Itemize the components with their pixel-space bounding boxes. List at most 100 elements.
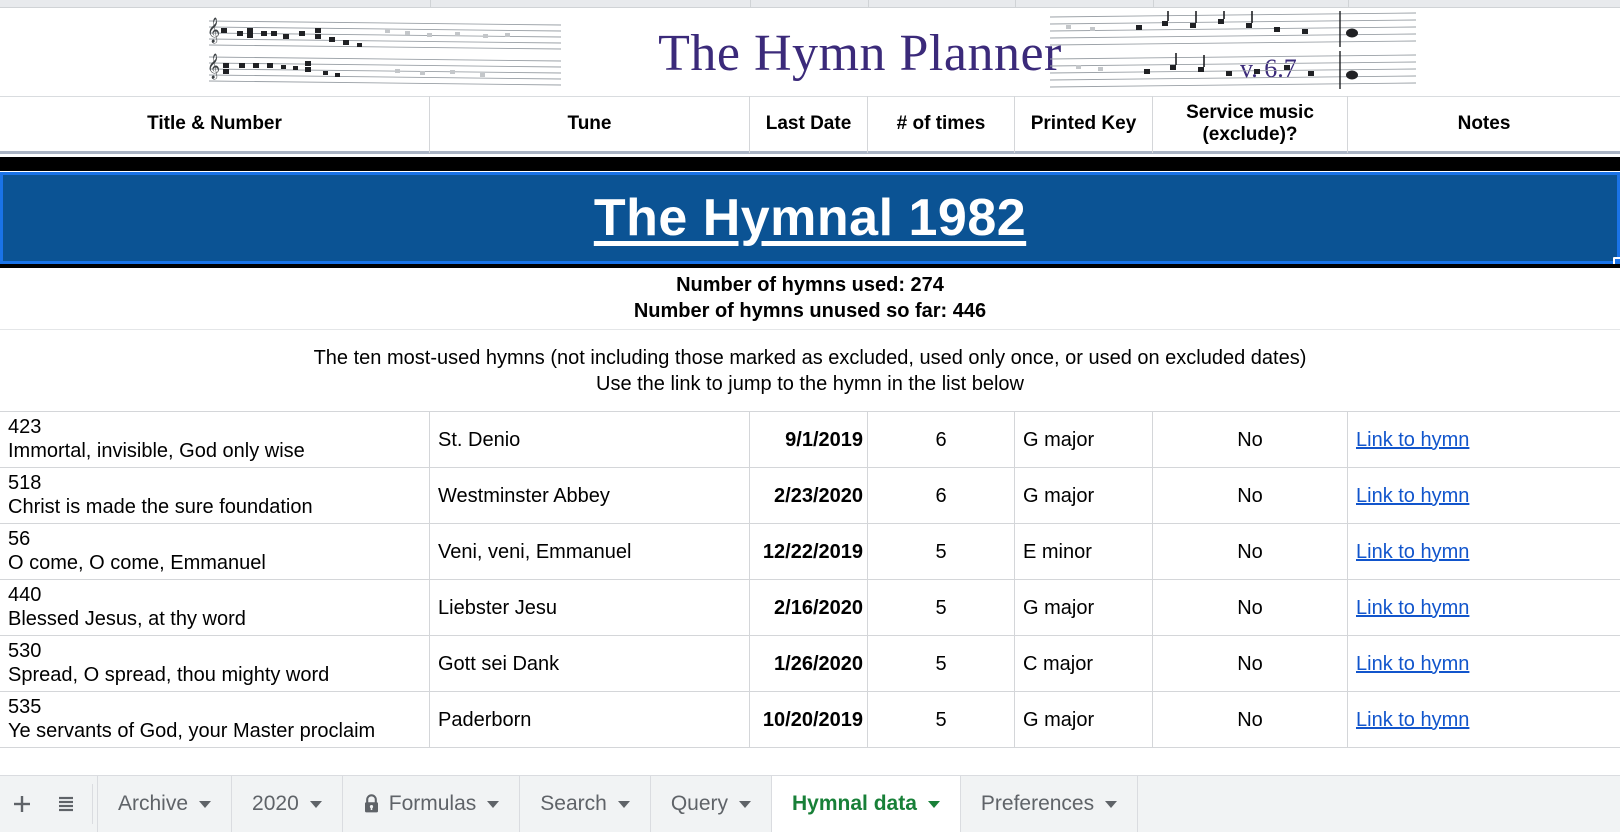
cell-notes[interactable]: Link to hymn (1348, 580, 1620, 636)
hymn-number: 518 (8, 472, 42, 495)
cell-notes[interactable]: Link to hymn (1348, 692, 1620, 748)
description-line-1: The ten most-used hymns (not including t… (313, 346, 1307, 369)
table-row[interactable]: 518 Christ is made the sure foundation Wes… (0, 468, 1620, 524)
chevron-down-icon[interactable] (309, 800, 322, 808)
sheet-tab-bar: Archive 2020 Formulas Search Query Hymnal dat… (0, 775, 1620, 832)
cell-number-of-times[interactable]: 5 (868, 580, 1015, 636)
cell-notes[interactable]: Link to hymn (1348, 524, 1620, 580)
cell-notes[interactable]: Link to hymn (1348, 412, 1620, 468)
link-to-hymn[interactable]: Link to hymn (1356, 485, 1469, 508)
column-divider (868, 0, 869, 7)
column-header-number-of-times[interactable]: # of times (868, 95, 1015, 153)
hymn-title: Blessed Jesus, at thy word (8, 608, 246, 630)
sheet-tab-archive[interactable]: Archive (97, 776, 233, 832)
table-row[interactable]: 530 Spread, O spread, thou mighty word Got… (0, 636, 1620, 692)
chevron-down-icon[interactable] (199, 800, 212, 808)
music-staff-right-icon (1049, 11, 1417, 89)
svg-text:𝄞: 𝄞 (207, 53, 220, 79)
hymn-counts-block: Number of hymns used: 274 Number of hymn… (0, 268, 1620, 330)
cell-number-of-times[interactable]: 5 (868, 524, 1015, 580)
cell-tune[interactable]: Paderborn (430, 692, 750, 748)
table-row[interactable]: 440 Blessed Jesus, at thy word Liebster Je… (0, 580, 1620, 636)
cell-service-music[interactable]: No (1153, 524, 1348, 580)
app-logo: 𝄞 𝄞 The Hymn Planner v. 6.7 (200, 8, 1420, 96)
column-header-printed-key[interactable]: Printed Key (1015, 95, 1153, 153)
hymn-title: Christ is made the sure foundation (8, 496, 313, 518)
cell-last-date[interactable]: 1/26/2020 (750, 636, 868, 692)
cell-number-of-times[interactable]: 6 (868, 468, 1015, 524)
cell-tune[interactable]: Gott sei Dank (430, 636, 750, 692)
link-to-hymn[interactable]: Link to hymn (1356, 653, 1469, 676)
sheet-tab-preferences[interactable]: Preferences (960, 776, 1139, 832)
table-row[interactable]: 535 Ye servants of God, your Master procl… (0, 692, 1620, 748)
cell-printed-key[interactable]: G major (1015, 468, 1153, 524)
link-to-hymn[interactable]: Link to hymn (1356, 709, 1469, 732)
column-header-last-date[interactable]: Last Date (750, 95, 868, 153)
sheetbar-separator (92, 784, 93, 824)
hymn-number: 535 (8, 696, 42, 719)
cell-last-date[interactable]: 10/20/2019 (750, 692, 868, 748)
column-header-tune[interactable]: Tune (430, 95, 750, 153)
sheet-tab-formulas[interactable]: Formulas (342, 776, 521, 832)
cell-notes[interactable]: Link to hymn (1348, 636, 1620, 692)
cell-printed-key[interactable]: E minor (1015, 524, 1153, 580)
cell-service-music[interactable]: No (1153, 468, 1348, 524)
sheet-tab-hymnal-data[interactable]: Hymnal data (772, 776, 961, 832)
chevron-down-icon[interactable] (617, 800, 630, 808)
cell-printed-key[interactable]: G major (1015, 692, 1153, 748)
hymn-number: 530 (8, 640, 42, 663)
cell-printed-key[interactable]: G major (1015, 412, 1153, 468)
link-to-hymn[interactable]: Link to hymn (1356, 429, 1469, 452)
cell-printed-key[interactable]: G major (1015, 580, 1153, 636)
cell-last-date[interactable]: 9/1/2019 (750, 412, 868, 468)
link-to-hymn[interactable]: Link to hymn (1356, 541, 1469, 564)
cell-title-number[interactable]: 440 Blessed Jesus, at thy word (0, 580, 430, 636)
table-row[interactable]: 56 O come, O come, Emmanuel Veni, veni, Em… (0, 524, 1620, 580)
cell-service-music[interactable]: No (1153, 692, 1348, 748)
cell-number-of-times[interactable]: 6 (868, 412, 1015, 468)
cell-last-date[interactable]: 12/22/2019 (750, 524, 868, 580)
chevron-down-icon[interactable] (487, 800, 500, 808)
hymnal-banner-title[interactable]: The Hymnal 1982 (0, 172, 1620, 264)
cell-title-number[interactable]: 423 Immortal, invisible, God only wise (0, 412, 430, 468)
chevron-down-icon[interactable] (739, 800, 752, 808)
sheet-tab-search[interactable]: Search (520, 776, 651, 832)
cell-last-date[interactable]: 2/23/2020 (750, 468, 868, 524)
cell-title-number[interactable]: 56 O come, O come, Emmanuel (0, 524, 430, 580)
cell-printed-key[interactable]: C major (1015, 636, 1153, 692)
link-to-hymn[interactable]: Link to hymn (1356, 597, 1469, 620)
column-header-title-number[interactable]: Title & Number (0, 95, 430, 153)
sheet-tab-query[interactable]: Query (650, 776, 773, 832)
sheet-tab-2020[interactable]: 2020 (232, 776, 343, 832)
chevron-down-icon[interactable] (927, 800, 940, 808)
cell-service-music[interactable]: No (1153, 636, 1348, 692)
cell-number-of-times[interactable]: 5 (868, 692, 1015, 748)
cell-tune[interactable]: St. Denio (430, 412, 750, 468)
table-row[interactable]: 423 Immortal, invisible, God only wise St.… (0, 412, 1620, 468)
cell-tune[interactable]: Liebster Jesu (430, 580, 750, 636)
column-header-notes[interactable]: Notes (1348, 96, 1620, 153)
cell-title-number[interactable]: 535 Ye servants of God, your Master procl… (0, 692, 430, 748)
hymnal-banner[interactable]: The Hymnal 1982 (0, 172, 1620, 269)
hymn-title: O come, O come, Emmanuel (8, 552, 266, 574)
black-divider-row (0, 157, 1620, 171)
cell-service-music[interactable]: No (1153, 412, 1348, 468)
column-header-service-music[interactable]: Service music (exclude)? (1153, 95, 1348, 153)
sheet-tab-label: Formulas (388, 792, 477, 815)
lock-icon (364, 794, 378, 813)
column-divider (750, 0, 751, 7)
cell-tune[interactable]: Veni, veni, Emmanuel (430, 524, 750, 580)
cell-number-of-times[interactable]: 5 (868, 636, 1015, 692)
cell-title-number[interactable]: 530 Spread, O spread, thou mighty word (0, 636, 430, 692)
cell-notes[interactable]: Link to hymn (1348, 468, 1620, 524)
cell-last-date[interactable]: 2/16/2020 (750, 580, 868, 636)
sheet-tab-label: Query (670, 792, 729, 815)
table-column-header-row: Title & Number Tune Last Date # of times… (0, 95, 1620, 154)
cell-tune[interactable]: Westminster Abbey (430, 468, 750, 524)
chevron-down-icon[interactable] (1105, 800, 1118, 808)
cell-service-music[interactable]: No (1153, 580, 1348, 636)
svg-text:𝄞: 𝄞 (207, 17, 220, 43)
all-sheets-button[interactable] (44, 776, 88, 832)
cell-title-number[interactable]: 518 Christ is made the sure foundation (0, 468, 430, 524)
add-sheet-button[interactable] (0, 776, 44, 832)
